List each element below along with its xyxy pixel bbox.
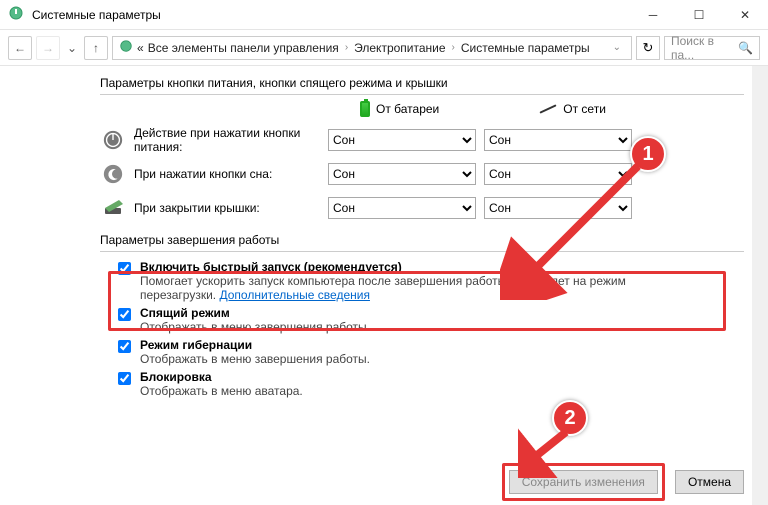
divider (100, 94, 744, 95)
lid-close-label: При закрытии крышки: (134, 201, 320, 215)
sleep-button-battery-select[interactable]: Сон (328, 163, 476, 185)
search-placeholder: Поиск в па... (671, 34, 734, 62)
power-button-ac-select[interactable]: Сон (484, 129, 632, 151)
power-button-battery-select[interactable]: Сон (328, 129, 476, 151)
chevron-right-icon: › (450, 42, 457, 53)
lock-checkbox[interactable] (118, 372, 131, 385)
lid-close-ac-select[interactable]: Сон (484, 197, 632, 219)
lock-item: Блокировка Отображать в меню аватара. (100, 368, 744, 400)
power-button-row: Действие при нажатии кнопки питания: Сон… (100, 123, 744, 157)
close-button[interactable]: ✕ (722, 0, 768, 30)
minimize-button[interactable]: ─ (630, 0, 676, 30)
nav-forward-button[interactable]: → (36, 36, 60, 60)
window-title: Системные параметры (32, 8, 161, 22)
nav-up-button[interactable]: ↑ (84, 36, 108, 60)
refresh-button[interactable]: ↻ (636, 36, 660, 60)
sleep-button-label: При нажатии кнопки сна: (134, 167, 320, 181)
control-panel-icon (119, 39, 133, 56)
sleep-button-row: При нажатии кнопки сна: Сон Сон (100, 157, 744, 191)
breadcrumb-item[interactable]: Системные параметры (461, 41, 590, 55)
chevron-right-icon: › (343, 42, 350, 53)
divider (100, 251, 744, 252)
breadcrumb-item[interactable]: Все элементы панели управления (148, 41, 339, 55)
title-bar: Системные параметры ─ ☐ ✕ (0, 0, 768, 30)
annotation-highlight-2: Сохранить изменения (502, 463, 665, 501)
search-input[interactable]: Поиск в па... 🔍 (664, 36, 760, 60)
control-panel-icon (8, 5, 24, 24)
lid-close-row: При закрытии крышки: Сон Сон (100, 191, 744, 225)
cancel-button[interactable]: Отмена (675, 470, 744, 494)
laptop-icon (100, 195, 126, 221)
fast-startup-checkbox[interactable] (118, 262, 131, 275)
sleep-icon (100, 161, 126, 187)
nav-history-dropdown[interactable]: ⌄ (64, 41, 80, 55)
sleep-item: Спящий режим Отображать в меню завершени… (100, 304, 744, 336)
shutdown-group-title: Параметры завершения работы (100, 229, 744, 249)
power-button-label: Действие при нажатии кнопки питания: (134, 126, 320, 155)
breadcrumb[interactable]: « Все элементы панели управления › Элект… (112, 36, 632, 60)
sleep-button-ac-select[interactable]: Сон (484, 163, 632, 185)
sleep-desc: Отображать в меню завершения работы. (140, 320, 370, 334)
hibernate-item: Режим гибернации Отображать в меню завер… (100, 336, 744, 368)
power-buttons-group-title: Параметры кнопки питания, кнопки спящего… (100, 72, 744, 92)
search-icon: 🔍 (738, 41, 753, 55)
maximize-button[interactable]: ☐ (676, 0, 722, 30)
save-button[interactable]: Сохранить изменения (509, 470, 658, 494)
mains-column-label: От сети (563, 102, 606, 116)
breadcrumb-prefix: « (137, 41, 144, 55)
chevron-down-icon[interactable]: ⌄ (611, 42, 623, 53)
lid-close-battery-select[interactable]: Сон (328, 197, 476, 219)
hibernate-checkbox[interactable] (118, 340, 131, 353)
footer: Сохранить изменения Отмена (0, 459, 768, 505)
fast-startup-desc: Помогает ускорить запуск компьютера посл… (140, 274, 700, 302)
plug-icon (540, 104, 557, 113)
nav-back-button[interactable]: ← (8, 36, 32, 60)
sleep-title: Спящий режим (140, 306, 370, 320)
battery-column-label: От батареи (376, 102, 439, 116)
breadcrumb-item[interactable]: Электропитание (354, 41, 445, 55)
power-icon (100, 127, 126, 153)
fast-startup-item: Включить быстрый запуск (рекомендуется) … (100, 258, 744, 304)
hibernate-desc: Отображать в меню завершения работы. (140, 352, 370, 366)
toolbar: ← → ⌄ ↑ « Все элементы панели управления… (0, 30, 768, 66)
battery-icon (360, 101, 370, 117)
fast-startup-more-link[interactable]: Дополнительные сведения (219, 288, 369, 302)
lock-title: Блокировка (140, 370, 303, 384)
column-headers: От батареи От сети (360, 101, 744, 123)
lock-desc: Отображать в меню аватара. (140, 384, 303, 398)
fast-startup-title: Включить быстрый запуск (рекомендуется) (140, 260, 700, 274)
sleep-checkbox[interactable] (118, 308, 131, 321)
hibernate-title: Режим гибернации (140, 338, 370, 352)
